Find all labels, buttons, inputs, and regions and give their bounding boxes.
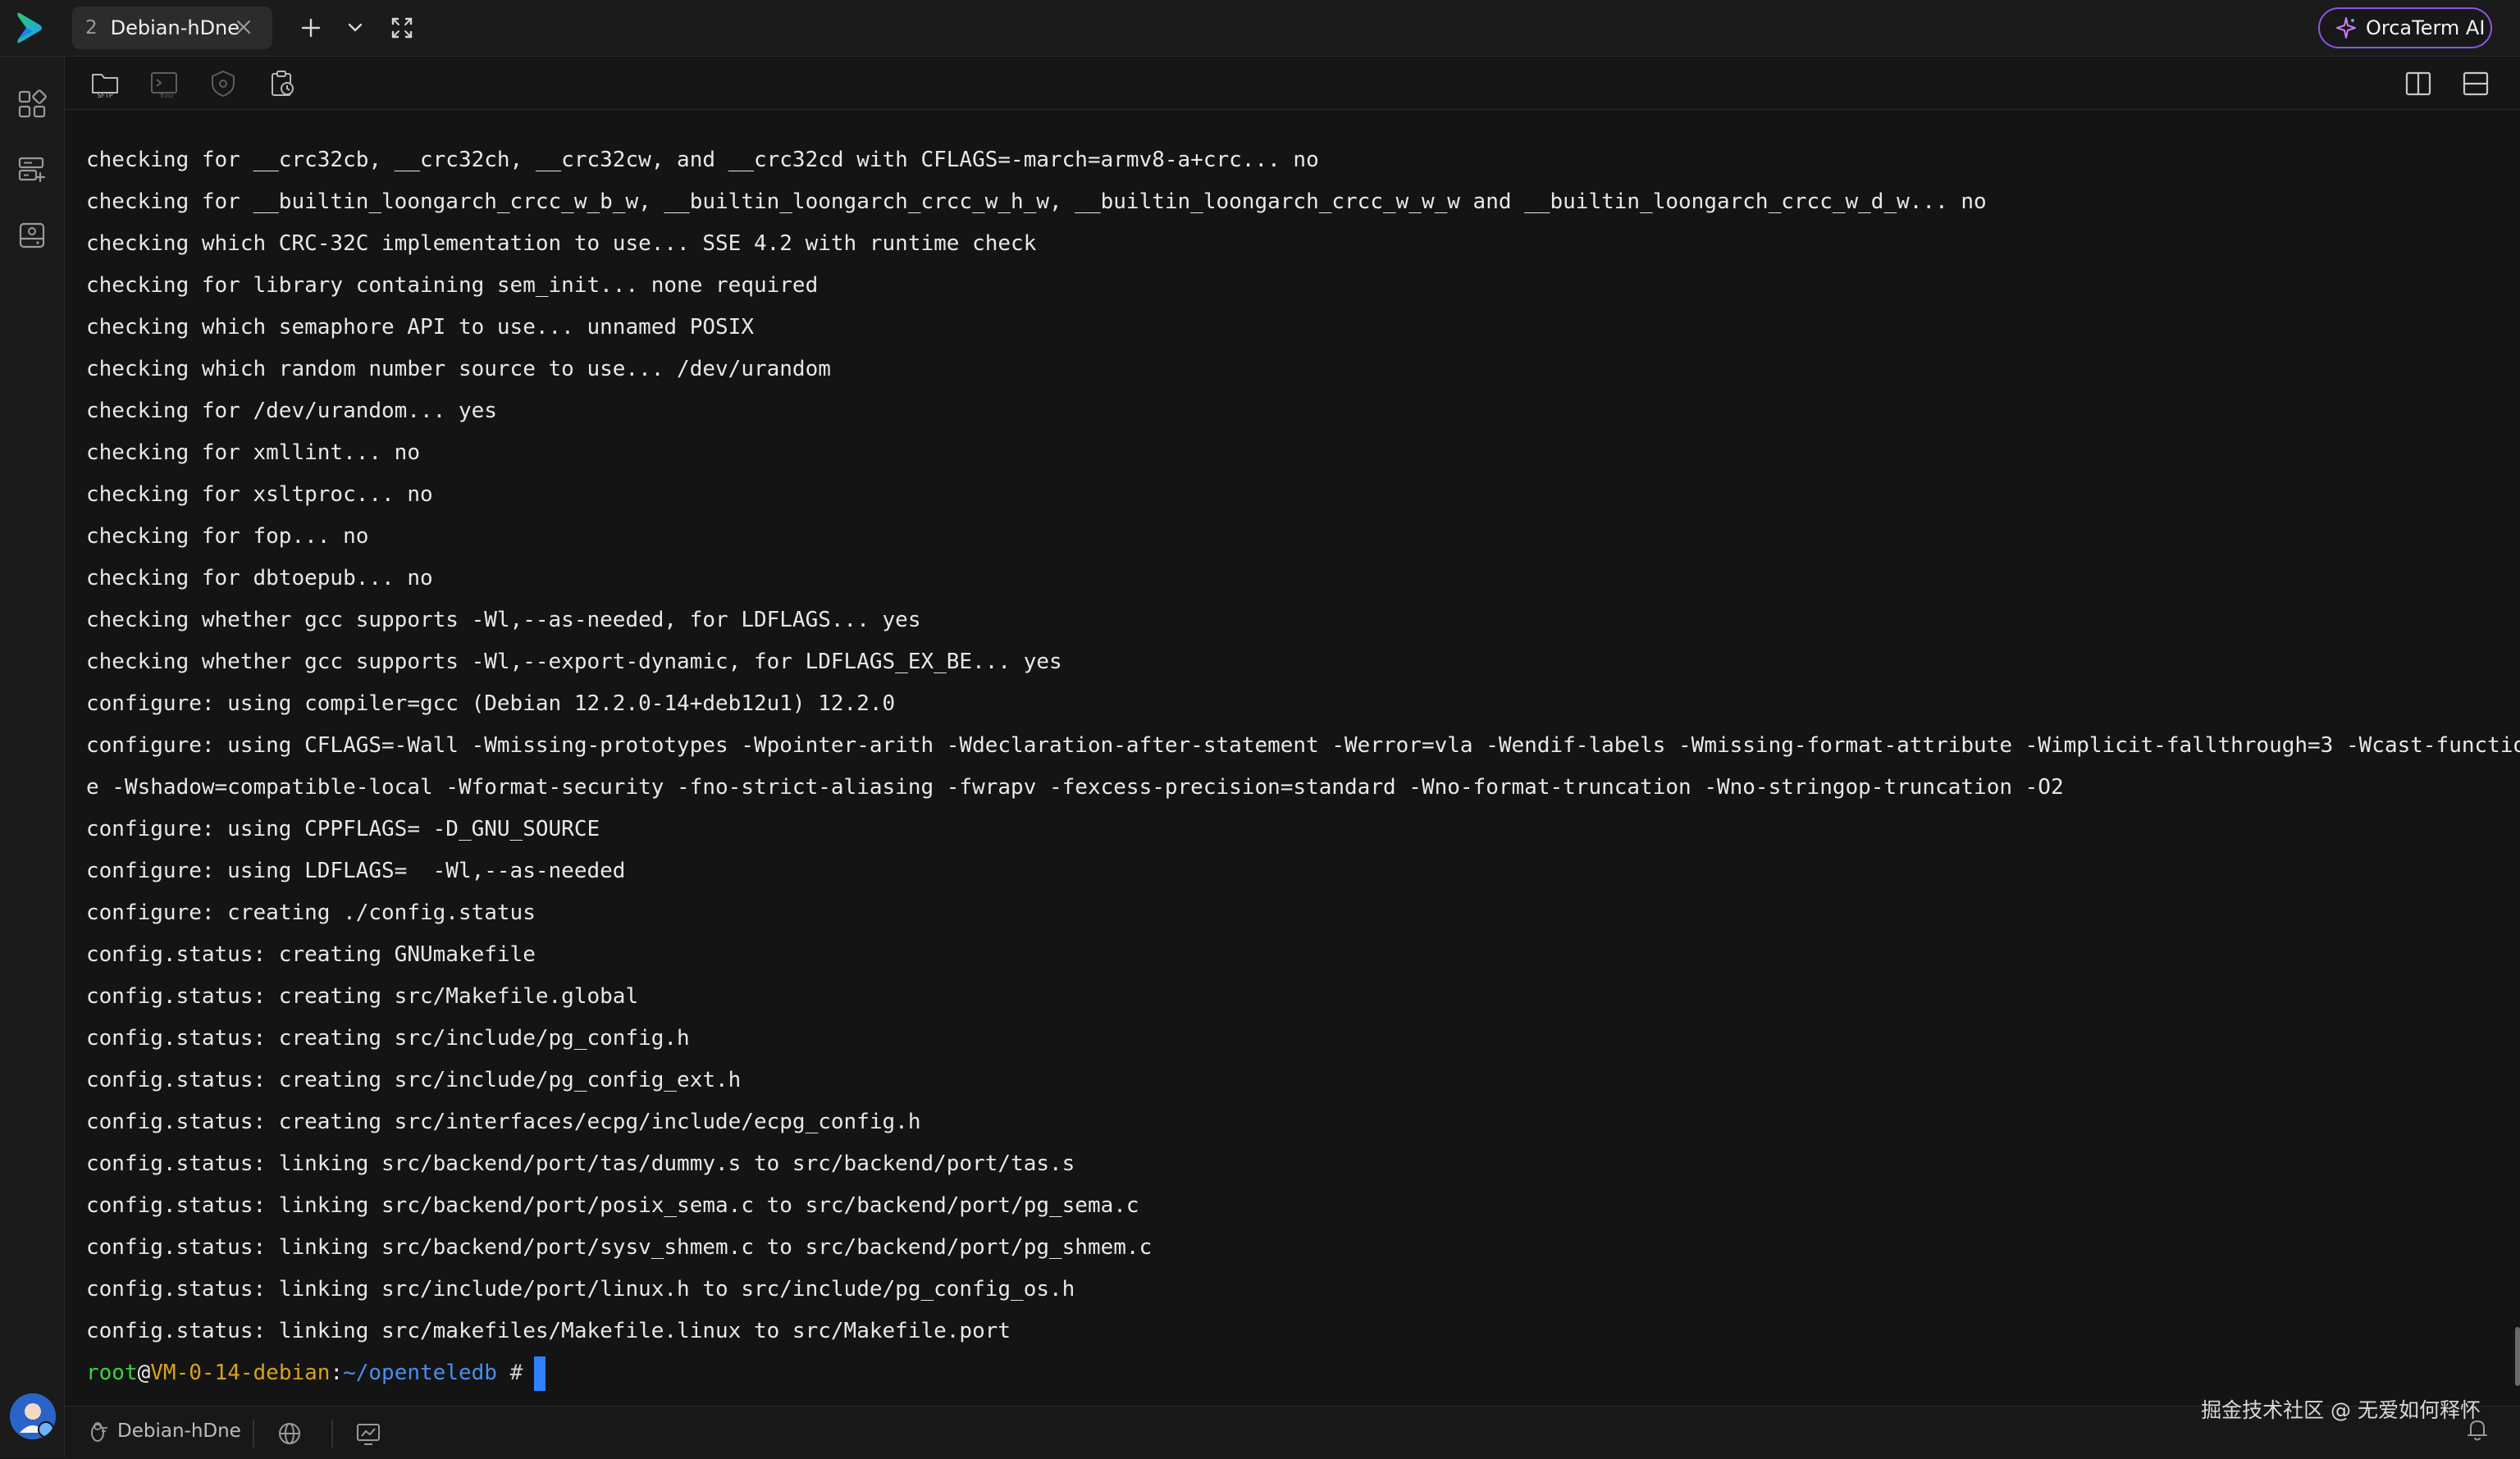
terminal-line: checking which CRC-32C implementation to… bbox=[86, 231, 1037, 256]
terminal-line: checking for __builtin_loongarch_crcc_w_… bbox=[86, 189, 1987, 214]
split-horizontal-icon[interactable] bbox=[2460, 68, 2491, 99]
server-list-icon[interactable] bbox=[16, 153, 48, 186]
close-icon[interactable] bbox=[233, 16, 254, 38]
shield-icon[interactable] bbox=[208, 68, 239, 99]
clipboard-icon[interactable] bbox=[267, 68, 298, 99]
terminal-window-icon[interactable]: Trzsz bbox=[148, 68, 180, 99]
terminal-line: configure: using CPPFLAGS= -D_GNU_SOURCE bbox=[86, 817, 600, 841]
app-logo-icon bbox=[17, 12, 42, 43]
terminal-line: checking which random number source to u… bbox=[86, 357, 831, 381]
session-tab[interactable]: 2 Debian-hDne bbox=[72, 7, 272, 49]
terminal-line: config.status: creating GNUmakefile bbox=[86, 942, 536, 967]
terminal-line: checking for dbtoepub... no bbox=[86, 566, 433, 590]
chevron-down-icon[interactable] bbox=[341, 14, 369, 42]
orcaterm-ai-button[interactable]: OrcaTerm AI bbox=[2318, 7, 2492, 48]
terminal-line: config.status: linking src/backend/port/… bbox=[86, 1235, 1153, 1260]
avatar[interactable] bbox=[10, 1393, 56, 1439]
divider bbox=[253, 1420, 254, 1448]
scrollbar-thumb[interactable] bbox=[2515, 1327, 2520, 1386]
prompt-symbol: # bbox=[496, 1361, 523, 1385]
terminal-line: config.status: linking src/backend/port/… bbox=[86, 1151, 1075, 1176]
terminal-line: checking for __crc32cb, __crc32ch, __crc… bbox=[86, 148, 1319, 172]
terminal-line: config.status: linking src/backend/port/… bbox=[86, 1193, 1139, 1218]
terminal-line: configure: creating ./config.status bbox=[86, 900, 536, 925]
svg-text:SFTP: SFTP bbox=[97, 92, 112, 99]
watermark: 掘金技术社区 @ 无爱如何释怀 bbox=[2201, 1398, 2481, 1422]
status-bar: Debian-hDne bbox=[65, 1406, 2520, 1459]
terminal-line: checking for xsltproc... no bbox=[86, 482, 433, 507]
user-avatar-icon bbox=[10, 1393, 56, 1439]
terminal-line: checking for library containing sem_init… bbox=[86, 273, 819, 298]
shell-prompt[interactable]: root@VM-0-14-debian:~/openteledb # bbox=[86, 1352, 2506, 1394]
terminal-line: checking for /dev/urandom... yes bbox=[86, 399, 497, 423]
notification-bell-icon[interactable] bbox=[2464, 1416, 2490, 1443]
prompt-colon: : bbox=[330, 1361, 344, 1385]
terminal-line: e -Wshadow=compatible-local -Wformat-sec… bbox=[86, 775, 2064, 800]
terminal-line: configure: using CFLAGS=-Wall -Wmissing-… bbox=[86, 733, 2520, 758]
terminal-line: config.status: creating src/interfaces/e… bbox=[86, 1110, 921, 1134]
terminal-output[interactable]: checking for __crc32cb, __crc32ch, __crc… bbox=[65, 110, 2520, 1406]
toolbar: SFTP Trzsz bbox=[65, 57, 2520, 110]
ai-button-label: OrcaTerm AI bbox=[2366, 16, 2486, 39]
sparkle-icon bbox=[2336, 17, 2356, 39]
apps-grid-icon[interactable] bbox=[16, 88, 48, 121]
linux-penguin-icon bbox=[91, 1422, 107, 1442]
terminal-line: checking for xmllint... no bbox=[86, 440, 420, 465]
terminal-cursor bbox=[534, 1356, 546, 1391]
svg-text:Trzsz: Trzsz bbox=[158, 93, 173, 99]
add-tab-icon[interactable] bbox=[297, 14, 325, 42]
terminal-line: config.status: creating src/include/pg_c… bbox=[86, 1026, 690, 1051]
terminal-line: checking which semaphore API to use... u… bbox=[86, 315, 754, 340]
tab-bar: 2 Debian-hDne OrcaTerm AI bbox=[0, 0, 2520, 57]
prompt-user: root bbox=[86, 1361, 138, 1385]
tab-label: Debian-hDne bbox=[110, 16, 240, 39]
terminal-line: config.status: creating src/include/pg_c… bbox=[86, 1068, 742, 1092]
globe-icon[interactable] bbox=[276, 1420, 304, 1448]
monitor-chart-icon[interactable] bbox=[354, 1420, 382, 1448]
terminal-line: config.status: linking src/makefiles/Mak… bbox=[86, 1319, 1011, 1343]
terminal-line: config.status: creating src/Makefile.glo… bbox=[86, 984, 639, 1009]
drive-icon[interactable] bbox=[16, 219, 48, 252]
prompt-host: VM-0-14-debian bbox=[150, 1361, 331, 1385]
prompt-path: ~/openteledb bbox=[343, 1361, 497, 1385]
left-sidebar bbox=[0, 57, 65, 1458]
terminal-line: checking for fop... no bbox=[86, 524, 369, 549]
sftp-folder-icon[interactable]: SFTP bbox=[89, 68, 121, 99]
terminal-line: checking whether gcc supports -Wl,--as-n… bbox=[86, 608, 921, 632]
terminal-line: checking whether gcc supports -Wl,--expo… bbox=[86, 650, 1062, 674]
terminal-line: configure: using LDFLAGS= -Wl,--as-neede… bbox=[86, 859, 626, 883]
tab-index: 2 bbox=[85, 17, 98, 39]
status-session-label: Debian-hDne bbox=[117, 1420, 241, 1442]
divider bbox=[331, 1420, 333, 1448]
terminal-line: config.status: linking src/include/port/… bbox=[86, 1277, 1075, 1302]
status-session[interactable]: Debian-hDne bbox=[88, 1420, 241, 1443]
prompt-at: @ bbox=[137, 1361, 151, 1385]
split-vertical-icon[interactable] bbox=[2403, 68, 2434, 99]
terminal-lines: checking for __crc32cb, __crc32ch, __crc… bbox=[86, 139, 2520, 1394]
fullscreen-icon[interactable] bbox=[388, 14, 416, 42]
terminal-line: configure: using compiler=gcc (Debian 12… bbox=[86, 691, 896, 716]
